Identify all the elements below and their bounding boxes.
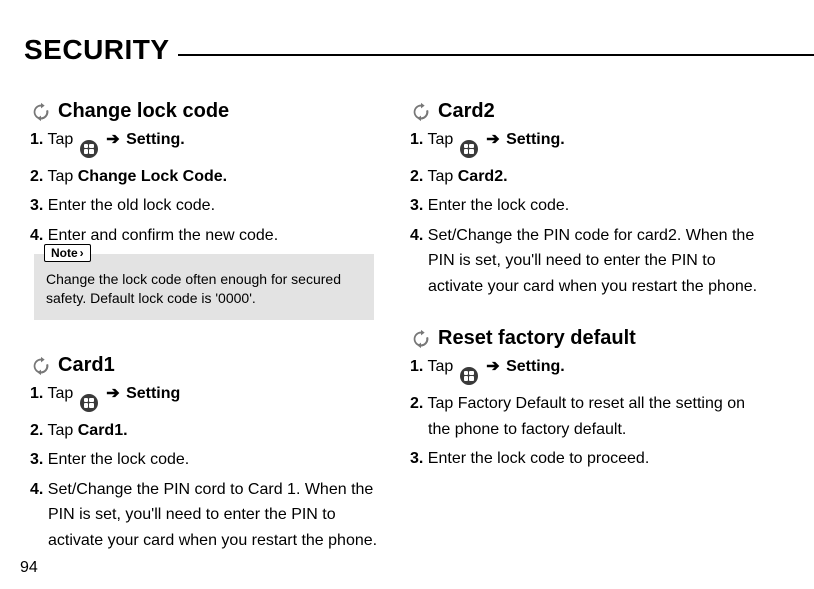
step-bold: Change Lock Code. <box>78 168 227 185</box>
section-title: Card2 <box>438 100 495 123</box>
step-3: 3. Enter the lock code. <box>30 449 404 471</box>
section-change-lock-code: Change lock code 1. Tap ➔ Setting. 2. Ta… <box>30 100 404 320</box>
step-text: Enter the old lock code. <box>48 197 215 214</box>
arrow-icon: ➔ <box>484 356 501 378</box>
step-2-cont: the phone to factory default. <box>428 419 784 441</box>
section-heading: Reset factory default <box>410 327 784 350</box>
step-4: 4. Set/Change the PIN code for card2. Wh… <box>410 225 784 247</box>
note-box: Note Change the lock code often enough f… <box>34 254 374 320</box>
step-number: 1. <box>410 131 423 148</box>
step-4: 4. Enter and confirm the new code. <box>30 225 404 247</box>
step-text: Tap <box>48 168 74 185</box>
step-4-cont: PIN is set, you'll need to enter the PIN… <box>48 504 404 526</box>
step-number: 1. <box>410 358 423 375</box>
step-text: Enter the lock code. <box>48 451 189 468</box>
step-text: Tap Factory Default to reset all the set… <box>428 395 746 412</box>
right-column: Card2 1. Tap ➔ Setting. 2. Tap Card2. 3.… <box>404 100 784 576</box>
section-title: Change lock code <box>58 100 229 123</box>
step-number: 3. <box>30 451 43 468</box>
step-1: 1. Tap ➔ Setting. <box>410 356 784 385</box>
left-column: Change lock code 1. Tap ➔ Setting. 2. Ta… <box>24 100 404 576</box>
step-text: Enter the lock code to proceed. <box>428 450 649 467</box>
content-columns: Change lock code 1. Tap ➔ Setting. 2. Ta… <box>24 100 790 576</box>
step-1: 1. Tap ➔ Setting. <box>30 129 404 158</box>
apps-icon <box>460 140 478 158</box>
step-text: Tap <box>48 385 74 402</box>
step-number: 2. <box>410 168 423 185</box>
step-number: 4. <box>30 481 43 498</box>
apps-icon <box>460 367 478 385</box>
section-heading: Card1 <box>30 354 404 377</box>
refresh-icon <box>410 328 432 350</box>
step-bold: Setting. <box>506 131 565 148</box>
page-number: 94 <box>20 559 38 577</box>
step-1: 1. Tap ➔ Setting <box>30 383 404 412</box>
step-3: 3. Enter the lock code to proceed. <box>410 448 784 470</box>
step-1: 1. Tap ➔ Setting. <box>410 129 784 158</box>
step-text: Tap <box>48 422 74 439</box>
section-title: Card1 <box>58 354 115 377</box>
note-text: Change the lock code often enough for se… <box>46 270 362 308</box>
step-text: Enter the lock code. <box>428 197 569 214</box>
step-number: 4. <box>410 227 423 244</box>
arrow-icon: ➔ <box>104 383 121 405</box>
step-text: Tap <box>48 131 74 148</box>
step-4-cont: activate your card when you restart the … <box>48 530 404 552</box>
step-text: Tap <box>428 358 454 375</box>
apps-icon <box>80 394 98 412</box>
manual-page: SECURITY Change lock code 1. Tap ➔ Setti… <box>0 0 814 589</box>
step-4: 4. Set/Change the PIN cord to Card 1. Wh… <box>30 479 404 501</box>
step-number: 3. <box>30 197 43 214</box>
page-title: SECURITY <box>24 34 178 66</box>
section-title: Reset factory default <box>438 327 636 350</box>
section-reset-factory-default: Reset factory default 1. Tap ➔ Setting. … <box>410 327 784 469</box>
step-bold: Setting <box>126 385 180 402</box>
step-number: 3. <box>410 197 423 214</box>
refresh-icon <box>410 101 432 123</box>
refresh-icon <box>30 355 52 377</box>
step-text: Tap <box>428 168 454 185</box>
step-2: 2. Tap Card1. <box>30 420 404 442</box>
step-number: 3. <box>410 450 423 467</box>
step-bold: Card2. <box>458 168 508 185</box>
step-number: 1. <box>30 385 43 402</box>
apps-icon <box>80 140 98 158</box>
step-2: 2. Tap Change Lock Code. <box>30 166 404 188</box>
step-4-cont: activate your card when you restart the … <box>428 276 784 298</box>
section-card1: Card1 1. Tap ➔ Setting 2. Tap Card1. 3. … <box>30 354 404 551</box>
section-heading: Card2 <box>410 100 784 123</box>
step-bold: Card1. <box>78 422 128 439</box>
step-2: 2. Tap Card2. <box>410 166 784 188</box>
note-label: Note <box>44 244 91 262</box>
step-number: 4. <box>30 227 43 244</box>
step-number: 2. <box>410 395 423 412</box>
step-bold: Setting. <box>506 358 565 375</box>
step-bold: Setting. <box>126 131 185 148</box>
arrow-icon: ➔ <box>484 129 501 151</box>
step-text: Set/Change the PIN code for card2. When … <box>428 227 754 244</box>
step-text: Set/Change the PIN cord to Card 1. When … <box>48 481 374 498</box>
step-2: 2. Tap Factory Default to reset all the … <box>410 393 784 415</box>
step-text: Enter and confirm the new code. <box>48 227 278 244</box>
step-number: 2. <box>30 422 43 439</box>
section-card2: Card2 1. Tap ➔ Setting. 2. Tap Card2. 3.… <box>410 100 784 297</box>
step-number: 2. <box>30 168 43 185</box>
refresh-icon <box>30 101 52 123</box>
step-3: 3. Enter the lock code. <box>410 195 784 217</box>
section-heading: Change lock code <box>30 100 404 123</box>
step-text: Tap <box>428 131 454 148</box>
step-number: 1. <box>30 131 43 148</box>
step-3: 3. Enter the old lock code. <box>30 195 404 217</box>
arrow-icon: ➔ <box>104 129 121 151</box>
step-4-cont: PIN is set, you'll need to enter the PIN… <box>428 250 784 272</box>
